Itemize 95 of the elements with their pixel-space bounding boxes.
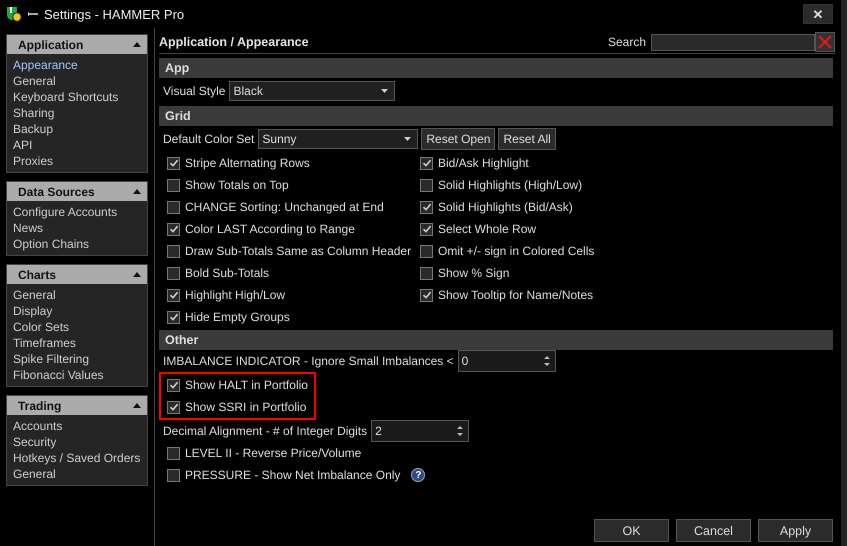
sidebar-item[interactable]: General <box>13 466 147 482</box>
field-label: IMBALANCE INDICATOR - Ignore Small Imbalances < <box>163 354 454 368</box>
sidebar-item[interactable]: General <box>13 73 147 89</box>
window-title: Settings - HAMMER Pro <box>44 6 186 22</box>
section-header: App <box>159 58 833 78</box>
number-field[interactable]: 2 <box>371 420 470 442</box>
dropdown-arrow-icon[interactable] <box>404 137 412 141</box>
sidebar-item[interactable]: Option Chains <box>13 236 147 252</box>
sidebar-item[interactable]: Configure Accounts <box>13 204 147 220</box>
checkbox-label[interactable]: Show Tooltip for Name/Notes <box>438 288 594 302</box>
checkbox[interactable] <box>167 266 180 280</box>
checkbox-label[interactable]: Show Totals on Top <box>185 178 289 192</box>
help-icon[interactable]: ? <box>411 468 426 482</box>
checkbox[interactable] <box>420 266 433 280</box>
reset-button[interactable]: Reset Open <box>421 128 496 150</box>
section-header: Other <box>159 330 833 350</box>
checkbox[interactable] <box>167 200 180 214</box>
sidebar-item[interactable]: Sharing <box>13 105 147 121</box>
checkbox[interactable] <box>167 468 180 482</box>
checkbox-label[interactable]: Show HALT in Portfolio <box>185 378 308 392</box>
sidebar-group-header[interactable]: Data Sources <box>7 182 147 201</box>
checkbox-label[interactable]: Omit +/- sign in Colored Cells <box>438 244 594 258</box>
checkbox-label[interactable]: Show % Sign <box>438 266 510 280</box>
checkbox-label[interactable]: PRESSURE - Show Net Imbalance Only <box>185 468 400 482</box>
sidebar-group-header[interactable]: Application <box>7 35 147 54</box>
checkbox-label[interactable]: Select Whole Row <box>438 222 536 236</box>
sidebar-group-header[interactable]: Trading <box>7 396 147 415</box>
dialog-button[interactable]: Apply <box>758 519 833 542</box>
search-label: Search <box>608 35 646 49</box>
sidebar-item[interactable]: Display <box>13 303 147 319</box>
sidebar-item[interactable]: Security <box>13 434 147 450</box>
sidebar-item[interactable]: Hotkeys / Saved Orders <box>13 450 147 466</box>
search-field[interactable] <box>651 34 815 50</box>
page-title: Application / Appearance <box>159 35 310 49</box>
checkbox[interactable] <box>167 400 180 414</box>
field-label: Visual Style <box>163 84 226 98</box>
checkbox[interactable] <box>167 310 180 324</box>
sidebar-item[interactable]: API <box>13 137 147 153</box>
dropdown-arrow-icon[interactable] <box>381 89 388 93</box>
sidebar-item[interactable]: Fibonacci Values <box>13 367 147 383</box>
checkbox-label[interactable]: Highlight High/Low <box>185 288 286 302</box>
checkbox[interactable] <box>167 446 180 460</box>
checkbox-label[interactable]: Show SSRI in Portfolio <box>185 400 306 414</box>
reset-button[interactable]: Reset All <box>498 128 556 150</box>
checkbox[interactable] <box>167 244 180 258</box>
checkbox-label[interactable]: Color LAST According to Range <box>185 222 355 236</box>
sidebar-item[interactable]: General <box>13 287 147 303</box>
sidebar-item[interactable]: Accounts <box>13 418 147 434</box>
pin-icon[interactable] <box>28 11 38 17</box>
spin-arrows-icon[interactable] <box>542 353 551 369</box>
checkbox-label[interactable]: LEVEL II - Reverse Price/Volume <box>185 446 362 460</box>
collapse-arrow-icon[interactable] <box>133 272 141 277</box>
checkbox[interactable] <box>420 156 433 170</box>
dropdown[interactable]: Sunny <box>258 129 418 149</box>
sidebar-item[interactable]: Keyboard Shortcuts <box>13 89 147 105</box>
checkbox-label[interactable]: Hide Empty Groups <box>185 310 290 324</box>
checkbox[interactable] <box>167 156 180 170</box>
checkbox[interactable] <box>420 288 433 302</box>
checkbox[interactable] <box>420 200 433 214</box>
field-label: Decimal Alignment - # of Integer Digits <box>163 424 368 438</box>
sidebar-item[interactable]: Appearance <box>13 57 147 73</box>
sidebar-item[interactable]: News <box>13 220 147 236</box>
checkbox-label[interactable]: Solid Highlights (Bid/Ask) <box>438 200 573 214</box>
close-button[interactable]: ✕ <box>803 4 833 24</box>
sidebar-item[interactable]: Color Sets <box>13 319 147 335</box>
dialog-button[interactable]: OK <box>594 519 669 542</box>
checkbox-label[interactable]: Stripe Alternating Rows <box>185 156 310 170</box>
checkbox[interactable] <box>167 288 180 302</box>
checkbox-label[interactable]: CHANGE Sorting: Unchanged at End <box>185 200 384 214</box>
checkbox[interactable] <box>167 222 180 236</box>
number-field[interactable]: 0 <box>458 350 556 372</box>
collapse-arrow-icon[interactable] <box>133 403 141 408</box>
checkbox[interactable] <box>420 178 433 192</box>
checkbox[interactable] <box>167 178 180 192</box>
sidebar-item[interactable]: Timeframes <box>13 335 147 351</box>
checkbox-label[interactable]: Bid/Ask Highlight <box>438 156 529 170</box>
checkbox[interactable] <box>420 222 433 236</box>
app-logo-icon <box>6 6 22 22</box>
checkbox[interactable] <box>167 378 180 392</box>
dropdown[interactable]: Black <box>229 81 396 101</box>
checkbox-label[interactable]: Draw Sub-Totals Same as Column Header <box>185 244 412 258</box>
section-header: Grid <box>159 106 833 126</box>
collapse-arrow-icon[interactable] <box>133 42 141 47</box>
sidebar-item[interactable]: Spike Filtering <box>13 351 147 367</box>
dialog-button[interactable]: Cancel <box>676 519 751 542</box>
collapse-arrow-icon[interactable] <box>133 189 141 194</box>
sidebar-group-header[interactable]: Charts <box>7 265 147 284</box>
checkbox-label[interactable]: Solid Highlights (High/Low) <box>438 178 582 192</box>
spin-arrows-icon[interactable] <box>456 423 464 439</box>
sidebar-item[interactable]: Backup <box>13 121 147 137</box>
checkbox-label[interactable]: Bold Sub-Totals <box>185 266 270 280</box>
checkbox[interactable] <box>420 244 433 258</box>
sidebar-item[interactable]: Proxies <box>13 153 147 169</box>
clear-search-button[interactable] <box>815 32 835 52</box>
field-label: Default Color Set <box>163 132 254 146</box>
